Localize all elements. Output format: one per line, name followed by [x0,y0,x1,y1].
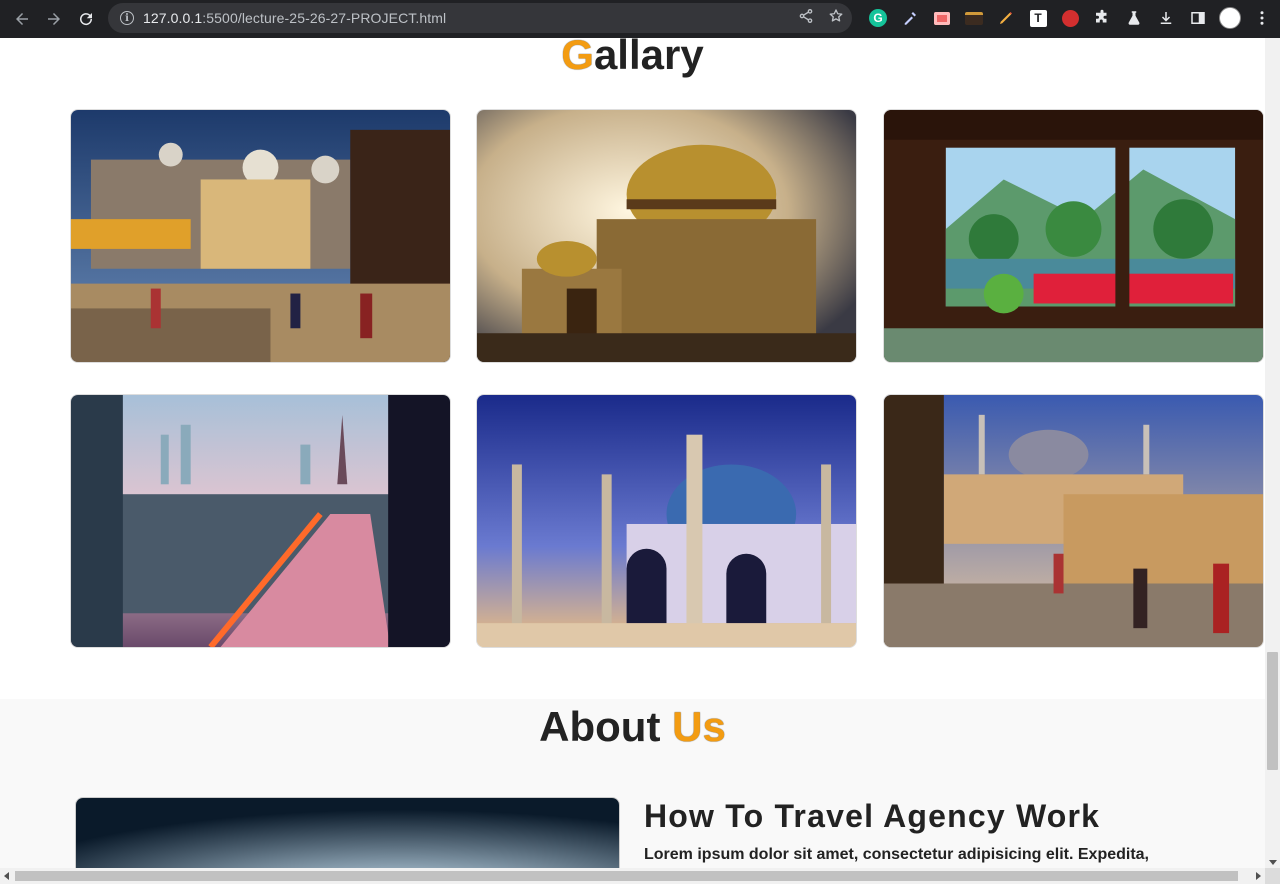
pencil-extension-icon[interactable] [990,3,1022,33]
extension-icon[interactable] [958,3,990,33]
scroll-down-arrow-icon[interactable] [1269,860,1277,865]
gallery-heading-accent: G [561,38,594,78]
site-info-icon[interactable]: i [120,11,134,25]
extension-icon[interactable] [926,3,958,33]
hand-stop-extension-icon[interactable] [1054,3,1086,33]
gallery-heading: Gallary [0,38,1265,79]
address-bar[interactable]: i 127.0.0.1:5500/lecture-25-26-27-PROJEC… [108,3,852,33]
browser-toolbar: i 127.0.0.1:5500/lecture-25-26-27-PROJEC… [0,0,1280,38]
about-image-stormy-sky [75,797,620,868]
omnibox-actions [798,3,844,33]
gallery-image-japanese-garden[interactable] [883,109,1264,363]
scrollbar-corner [1265,868,1280,884]
gallery-image-golden-palace[interactable] [476,109,857,363]
about-title: How To Travel Agency Work [644,798,1101,834]
color-picker-extension-icon[interactable] [894,3,926,33]
profile-avatar[interactable] [1214,3,1246,33]
back-icon[interactable] [6,3,38,35]
vertical-scrollbar[interactable] [1265,38,1280,868]
gallery-image-blue-mosque[interactable] [476,394,857,648]
flask-labs-icon[interactable] [1118,3,1150,33]
gallery-image-ottoman-market[interactable] [883,394,1264,648]
page-viewport: Gallary About Us How To Travel Agency Wo… [0,38,1265,868]
scroll-right-arrow-icon[interactable] [1256,872,1261,880]
horizontal-scrollbar[interactable] [0,868,1265,884]
grammarly-extension-icon[interactable]: G [862,3,894,33]
horizontal-scrollbar-thumb[interactable] [15,871,1238,881]
text-extension-icon[interactable]: T [1022,3,1054,33]
gallery-image-old-city-market[interactable] [70,109,451,363]
about-section: About Us How To Travel Agency Work Lorem… [0,699,1265,868]
url-path: :5500/lecture-25-26-27-PROJECT.html [202,10,447,26]
about-heading-main: About [539,703,661,750]
forward-icon[interactable] [38,3,70,35]
about-heading-accent: Us [672,703,726,750]
side-panel-icon[interactable] [1182,3,1214,33]
scroll-left-arrow-icon[interactable] [4,872,9,880]
bookmark-star-icon[interactable] [828,8,844,29]
about-heading: About Us [0,703,1265,751]
puzzle-extensions-icon[interactable] [1086,3,1118,33]
vertical-scrollbar-thumb[interactable] [1267,652,1278,770]
menu-kebab-icon[interactable] [1246,3,1278,33]
about-paragraph: Lorem ipsum dolor sit amet, consectetur … [644,846,1149,863]
url-text[interactable]: 127.0.0.1:5500/lecture-25-26-27-PROJECT.… [143,10,446,26]
download-icon[interactable] [1150,3,1182,33]
share-icon[interactable] [798,8,814,29]
url-host: 127.0.0.1 [143,10,203,26]
gallery-heading-rest: allary [593,38,704,78]
gallery-image-paris-river[interactable] [70,394,451,648]
extensions-bar: G T [862,3,1278,33]
reload-icon[interactable] [70,3,102,35]
